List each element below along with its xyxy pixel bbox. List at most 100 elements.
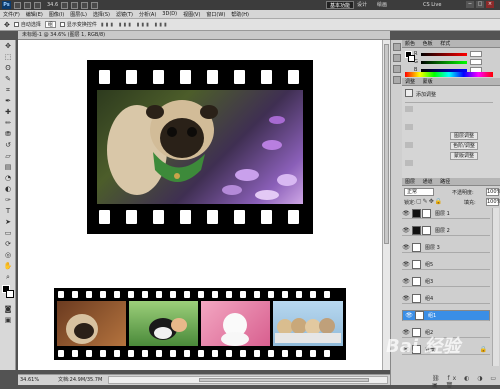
hue-icon[interactable] (405, 160, 413, 166)
adjustments-panel-tabs[interactable]: 调整 蒙版 (402, 78, 500, 86)
green-value[interactable] (470, 59, 482, 65)
zoom-level[interactable]: 34.6 (47, 2, 58, 8)
workspace-painting-button[interactable]: 绘画 (374, 1, 390, 9)
marquee-tool-icon[interactable]: ⬚ (2, 52, 14, 62)
stamp-tool-icon[interactable]: ⛃ (2, 129, 14, 139)
clone-source-panel-icon[interactable] (393, 76, 401, 84)
layer-row[interactable]: 👁 图层 1 (402, 208, 490, 219)
align-icons[interactable]: ▮▮▮ ▮▮▮ ▮▮▮ ▮▮▮ (101, 22, 169, 28)
workspace-design-button[interactable]: 设计 (354, 1, 370, 9)
screen-mode-icon[interactable] (91, 1, 99, 9)
adjustment-preset-icon[interactable] (405, 89, 413, 97)
visibility-eye-icon[interactable]: 👁 (402, 278, 410, 285)
shape-tool-icon[interactable]: ▭ (2, 228, 14, 238)
crop-tool-icon[interactable]: ⌗ (2, 85, 14, 95)
layer-row[interactable]: 👁 组5 (402, 259, 490, 270)
brush-tool-icon[interactable]: ✏ (2, 118, 14, 128)
document-tab[interactable]: 未标题-1 @ 34.6% (图层 1, RGB/8) (18, 31, 390, 40)
screen-mode-icon[interactable]: ▣ (2, 315, 14, 325)
zoom-icon[interactable] (71, 1, 79, 9)
mask-adjust-button[interactable]: 蒙版调整 (450, 152, 478, 160)
path-select-tool-icon[interactable]: ➤ (2, 217, 14, 227)
tab-masks[interactable]: 蒙版 (423, 79, 433, 85)
menu-filter[interactable]: 滤镜(T) (113, 11, 136, 18)
layer-row[interactable]: 👁 图层 2 (402, 225, 490, 236)
menu-layer[interactable]: 图层(L) (67, 11, 90, 18)
menu-select[interactable]: 选择(S) (90, 11, 113, 18)
menu-view[interactable]: 视图(V) (180, 11, 203, 18)
layer-row[interactable]: 👁 组3 (402, 276, 490, 287)
pen-tool-icon[interactable]: ✑ (2, 195, 14, 205)
brush-panel-icon[interactable] (393, 65, 401, 73)
layers-panel-tabs[interactable]: 图层 通道 路径 (402, 178, 500, 186)
auto-select-checkbox[interactable] (13, 22, 19, 27)
guides-icon[interactable] (34, 1, 41, 9)
status-zoom[interactable]: 34.61% (20, 375, 39, 385)
lasso-tool-icon[interactable]: ʘ (2, 63, 14, 73)
maximize-icon[interactable]: □ (476, 1, 484, 8)
history-brush-tool-icon[interactable]: ↺ (2, 140, 14, 150)
eraser-tool-icon[interactable]: ▱ (2, 151, 14, 161)
menu-window[interactable]: 窗口(W) (203, 11, 228, 18)
show-transform-checkbox[interactable] (59, 22, 65, 27)
menu-file[interactable]: 文件(F) (0, 11, 23, 18)
bridge-icon[interactable] (14, 1, 21, 9)
blur-tool-icon[interactable]: ◔ (2, 173, 14, 183)
vertical-scroll-thumb[interactable] (384, 44, 389, 244)
move-tool-icon[interactable]: ✥ (2, 41, 14, 51)
tab-swatches[interactable]: 色板 (423, 41, 433, 47)
3d-rotate-tool-icon[interactable]: ⟳ (2, 239, 14, 249)
type-tool-icon[interactable]: T (2, 206, 14, 216)
quick-mask-icon[interactable]: ◙ (2, 304, 14, 314)
menu-edit[interactable]: 编辑(E) (23, 11, 46, 18)
dodge-tool-icon[interactable]: ◐ (2, 184, 14, 194)
color-swatches[interactable] (0, 285, 15, 303)
eyedropper-tool-icon[interactable]: ✒ (2, 96, 14, 106)
color-spectrum-bar[interactable] (405, 72, 493, 77)
hand-tool-icon[interactable]: ✋ (2, 261, 14, 271)
visibility-eye-icon[interactable]: 👁 (405, 312, 413, 319)
layer-adjust-button[interactable]: 图层调整 (450, 132, 478, 140)
visibility-eye-icon[interactable]: 👁 (402, 261, 410, 268)
red-slider[interactable] (421, 52, 467, 56)
tab-adjustments[interactable]: 调整 (405, 79, 415, 85)
tab-color[interactable]: 颜色 (405, 41, 415, 47)
tab-paths[interactable]: 路径 (440, 179, 450, 185)
menu-3d[interactable]: 3D(D) (159, 11, 180, 17)
hand-icon[interactable] (61, 1, 69, 9)
brightness-icon[interactable] (405, 106, 413, 112)
minibridge-icon[interactable] (24, 1, 31, 9)
history-panel-icon[interactable] (393, 43, 401, 51)
3d-camera-tool-icon[interactable]: ◎ (2, 250, 14, 260)
green-slider[interactable] (421, 60, 467, 64)
tab-styles[interactable]: 样式 (440, 41, 450, 47)
cslive-button[interactable]: CS Live (420, 1, 444, 9)
menu-analysis[interactable]: 分析(A) (136, 11, 159, 18)
menu-image[interactable]: 图像(I) (46, 11, 67, 18)
healing-tool-icon[interactable]: ✚ (2, 107, 14, 117)
menu-help[interactable]: 帮助(H) (228, 11, 252, 18)
fill-input[interactable]: 100% (486, 198, 500, 206)
actions-panel-icon[interactable] (393, 54, 401, 62)
quick-select-tool-icon[interactable]: ✎ (2, 74, 14, 84)
tab-layers[interactable]: 图层 (405, 179, 415, 185)
background-color-swatch[interactable] (6, 290, 14, 298)
visibility-eye-icon[interactable]: 👁 (402, 210, 410, 217)
gradient-tool-icon[interactable]: ▤ (2, 162, 14, 172)
tab-channels[interactable]: 通道 (423, 179, 433, 185)
layers-scrollbar[interactable] (492, 208, 499, 366)
red-value[interactable] (470, 51, 482, 57)
layer-row[interactable]: 👁 组4 (402, 293, 490, 304)
levels-adjust-button[interactable]: 色阶/调整 (450, 142, 478, 150)
close-icon[interactable]: × (486, 1, 494, 8)
horizontal-scrollbar[interactable] (108, 376, 388, 384)
zoom-tool-icon[interactable]: ⌕ (2, 272, 14, 282)
layer-row-selected[interactable]: 👁 组1 (402, 310, 490, 321)
show-transform-option[interactable]: 显示变换控件 (59, 21, 97, 28)
opacity-input[interactable]: 100% (486, 188, 500, 196)
visibility-eye-icon[interactable]: 👁 (402, 295, 410, 302)
layers-footer-icons[interactable]: ⛓ fx ◐ ◑ ▭ ▣ 🗑 (432, 375, 500, 389)
visibility-eye-icon[interactable]: 👁 (402, 227, 410, 234)
arrange-icon[interactable] (81, 1, 89, 9)
color-panel-tabs[interactable]: 颜色 色板 样式 (402, 40, 500, 48)
